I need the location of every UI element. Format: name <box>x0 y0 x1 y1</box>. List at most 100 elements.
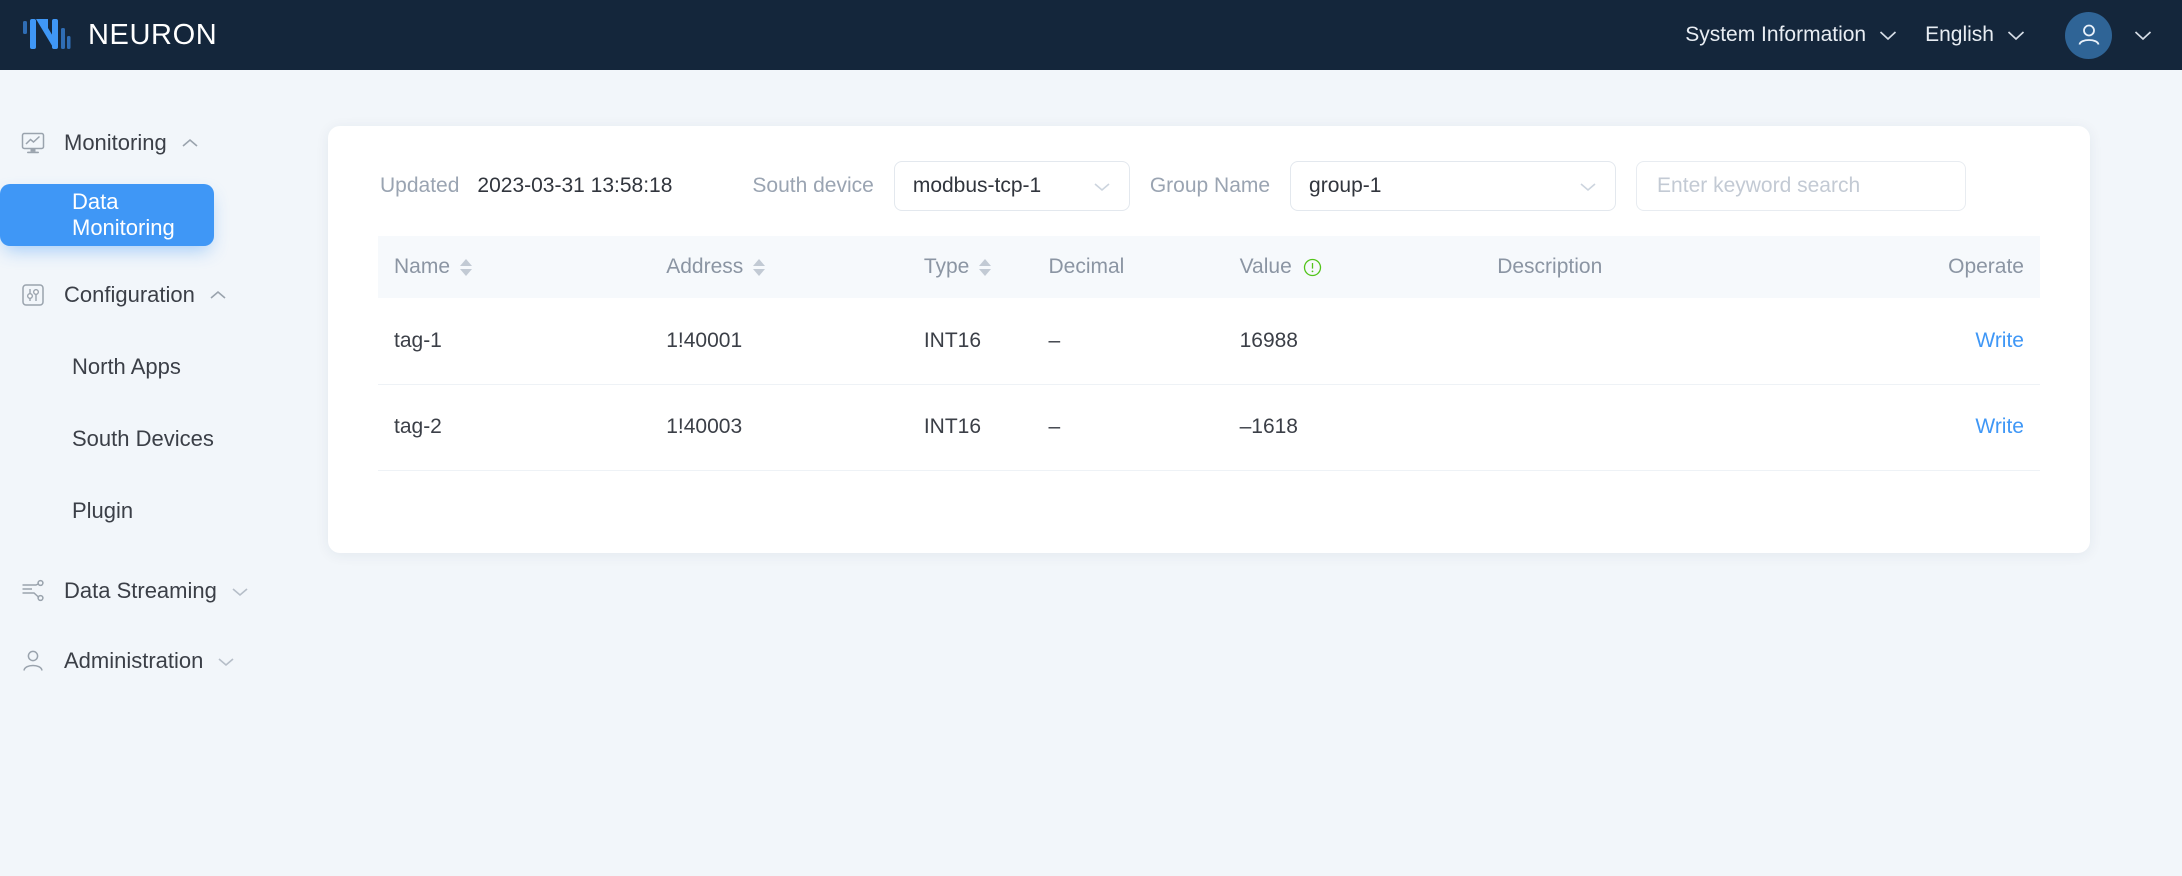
chevron-down-icon <box>231 586 249 597</box>
sidebar-group-configuration[interactable]: Configuration <box>0 264 318 326</box>
table-header-row: Name Address Type Decimal Value Descript… <box>378 236 2040 298</box>
cell-operate: Write <box>1798 384 2040 471</box>
column-label: Description <box>1497 255 1603 278</box>
neuron-logo-icon <box>23 19 71 49</box>
sidebar-item-label: Data Monitoring <box>72 189 175 240</box>
cell-address: 1!40003 <box>652 384 910 471</box>
cell-value: 16988 <box>1225 298 1484 385</box>
cell-name: tag-1 <box>378 298 653 385</box>
sidebar-item-data-monitoring[interactable]: Data Monitoring <box>0 184 214 246</box>
table-row: tag-1 1!40001 INT16 – 16988 Write <box>378 298 2040 385</box>
sidebar-group-data-streaming[interactable]: Data Streaming <box>0 560 318 622</box>
table-header: Name Address Type Decimal Value Descript… <box>378 236 2040 298</box>
chevron-down-icon <box>1880 30 1897 40</box>
cell-address: 1!40001 <box>652 298 910 385</box>
chevron-down-icon <box>2007 30 2025 40</box>
sidebar-navigation: Monitoring Data Monitoring Configuration… <box>0 70 318 876</box>
group-name-select[interactable]: group-1 <box>1290 161 1617 211</box>
chevron-up-icon <box>209 290 227 301</box>
sidebar-item-south-devices[interactable]: South Devices <box>0 408 318 470</box>
updated-label: Updated <box>380 174 460 197</box>
column-label: Value <box>1239 255 1292 278</box>
column-header-operate: Operate <box>1798 236 2040 298</box>
system-information-menu[interactable]: System Information <box>1671 23 1911 47</box>
header-right-controls: System Information English <box>1671 11 2152 59</box>
sliders-icon <box>18 280 48 310</box>
top-header-bar: NEURON System Information English <box>0 0 2182 70</box>
sidebar-item-north-apps[interactable]: North Apps <box>0 336 318 398</box>
language-menu[interactable]: English <box>1911 23 2039 47</box>
language-label: English <box>1925 23 1994 46</box>
main-content: Updated 2023-03-31 13:58:18 South device… <box>318 70 2182 553</box>
table-body: tag-1 1!40001 INT16 – 16988 Write tag-2 … <box>378 298 2040 471</box>
cell-name: tag-2 <box>378 384 653 471</box>
column-label: Name <box>394 255 451 278</box>
updated-timestamp: 2023-03-31 13:58:18 <box>477 174 673 197</box>
group-name-label: Group Name <box>1149 174 1271 197</box>
sidebar-item-plugin[interactable]: Plugin <box>0 480 318 542</box>
column-header-decimal: Decimal <box>1034 236 1226 298</box>
system-information-label: System Information <box>1685 23 1867 46</box>
chevron-down-icon <box>1555 181 1597 192</box>
search-input[interactable] <box>1657 174 1946 198</box>
column-label: Address <box>666 255 744 278</box>
column-label: Operate <box>1948 255 2024 278</box>
cell-decimal: – <box>1034 298 1226 385</box>
chevron-down-icon <box>1069 181 1111 192</box>
chevron-down-icon <box>217 656 235 667</box>
column-header-name[interactable]: Name <box>378 236 653 298</box>
data-flow-icon <box>18 576 48 606</box>
sort-toggle-icon[interactable] <box>753 258 766 276</box>
south-device-select[interactable]: modbus-tcp-1 <box>893 161 1130 211</box>
brand-logo[interactable]: NEURON <box>22 16 217 54</box>
cell-value: –1618 <box>1225 384 1484 471</box>
sort-toggle-icon[interactable] <box>460 258 473 276</box>
avatar <box>2065 11 2112 59</box>
sidebar-group-administration[interactable]: Administration <box>0 630 318 692</box>
cell-operate: Write <box>1798 298 2040 385</box>
user-avatar-icon <box>2078 24 2099 45</box>
column-header-value: Value <box>1225 236 1484 298</box>
sidebar-group-label: Data Streaming <box>64 578 217 603</box>
search-box[interactable] <box>1636 161 1967 211</box>
write-button[interactable]: Write <box>1975 415 2024 438</box>
cell-type: INT16 <box>909 384 1035 471</box>
table-row: tag-2 1!40003 INT16 – –1618 Write <box>378 384 2040 471</box>
column-header-type[interactable]: Type <box>909 236 1035 298</box>
write-button[interactable]: Write <box>1975 329 2024 352</box>
column-header-description: Description <box>1483 236 1799 298</box>
chevron-up-icon <box>181 138 199 149</box>
column-label: Type <box>923 255 970 278</box>
sidebar-group-monitoring[interactable]: Monitoring <box>0 112 318 174</box>
filter-bar: Updated 2023-03-31 13:58:18 South device… <box>378 158 2040 214</box>
table-footer-space <box>378 471 2040 509</box>
person-icon <box>18 646 48 676</box>
sidebar-item-label: South Devices <box>72 426 214 451</box>
sidebar-group-label: Configuration <box>64 282 195 307</box>
brand-name: NEURON <box>88 18 218 51</box>
tags-table: Name Address Type Decimal Value Descript… <box>378 236 2040 471</box>
column-header-address[interactable]: Address <box>652 236 910 298</box>
data-monitoring-card: Updated 2023-03-31 13:58:18 South device… <box>328 126 2090 553</box>
cell-description <box>1483 384 1799 471</box>
sidebar-item-label: North Apps <box>72 354 181 379</box>
group-name-value: group-1 <box>1309 174 1382 197</box>
south-device-label: South device <box>752 174 874 197</box>
info-circle-icon[interactable] <box>1302 257 1323 278</box>
cell-description <box>1483 298 1799 385</box>
sort-toggle-icon[interactable] <box>979 258 992 276</box>
sidebar-group-label: Administration <box>64 648 204 673</box>
sidebar-group-label: Monitoring <box>64 130 167 155</box>
cell-type: INT16 <box>909 298 1035 385</box>
monitor-chart-icon <box>18 128 48 158</box>
south-device-value: modbus-tcp-1 <box>912 174 1042 197</box>
column-label: Decimal <box>1048 255 1125 278</box>
sidebar-item-label: Plugin <box>72 498 134 523</box>
chevron-down-icon <box>2134 30 2152 40</box>
app-body: Monitoring Data Monitoring Configuration… <box>0 70 2182 876</box>
user-account-menu[interactable] <box>2065 11 2152 59</box>
cell-decimal: – <box>1034 384 1226 471</box>
